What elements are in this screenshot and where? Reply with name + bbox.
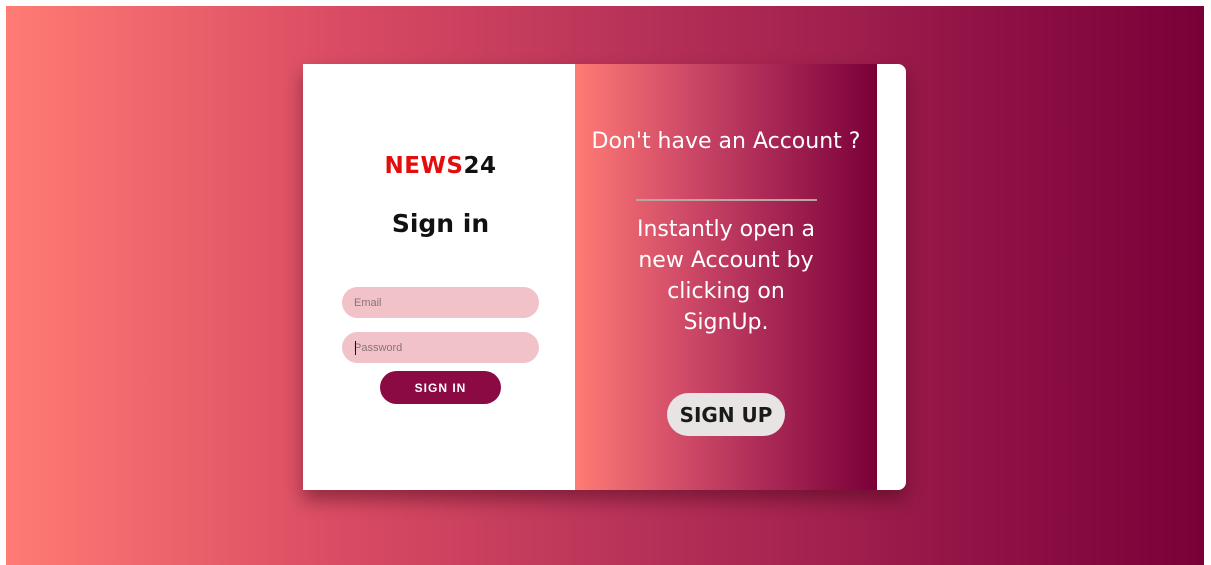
password-field[interactable] bbox=[342, 332, 539, 363]
brand-logo-news: NEWS bbox=[384, 153, 464, 179]
signin-button[interactable]: SIGN IN bbox=[380, 371, 501, 404]
signin-title: Sign in bbox=[391, 209, 490, 238]
signup-prompt-body: Instantly open a new Account by clicking… bbox=[636, 217, 816, 335]
page-background: NEWS24 Sign in SIGN IN Don't have an Acc… bbox=[6, 6, 1204, 565]
brand-logo-24: 24 bbox=[463, 153, 497, 179]
signup-prompt-heading: Don't have an Account ? bbox=[591, 129, 861, 154]
signin-panel: NEWS24 Sign in SIGN IN bbox=[303, 64, 575, 490]
text-caret bbox=[355, 341, 356, 355]
auth-card: NEWS24 Sign in SIGN IN Don't have an Acc… bbox=[303, 64, 906, 490]
signin-button-label: SIGN IN bbox=[414, 380, 467, 395]
email-field[interactable] bbox=[342, 287, 539, 318]
signup-promo-panel: Don't have an Account ? Instantly open a… bbox=[575, 64, 877, 490]
divider bbox=[636, 199, 817, 201]
brand-logo: NEWS24 bbox=[303, 153, 578, 179]
signup-button[interactable]: SIGN UP bbox=[667, 393, 785, 436]
signup-button-label: SIGN UP bbox=[679, 402, 773, 427]
